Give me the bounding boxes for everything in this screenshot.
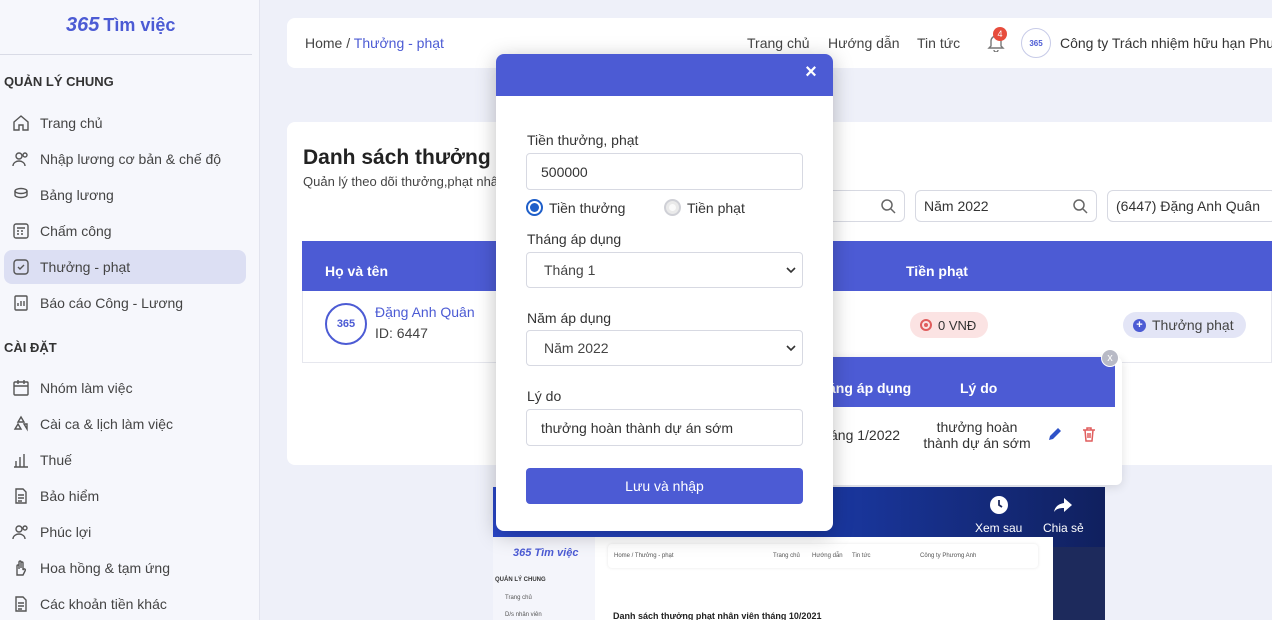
save-button[interactable]: Lưu và nhập xyxy=(526,468,803,504)
bonus-penalty-modal: × Tiền thưởng, phạt Tiền thưởng Tiền phạ… xyxy=(496,54,833,531)
radio-bonus-label: Tiền thưởng xyxy=(549,199,626,216)
year-select-value: Năm 2022 xyxy=(544,340,609,356)
reason-label: Lý do xyxy=(527,388,562,404)
modal-header: × xyxy=(496,54,833,96)
chevron-down-icon xyxy=(786,267,796,274)
chevron-down-icon xyxy=(786,345,796,352)
year-label: Năm áp dụng xyxy=(527,310,612,326)
radio-penalty-control[interactable] xyxy=(664,199,681,216)
month-select-value: Tháng 1 xyxy=(544,262,596,278)
amount-input[interactable] xyxy=(526,153,803,190)
radio-penalty-label: Tiền phạt xyxy=(687,199,745,216)
radio-bonus[interactable]: Tiền thưởng xyxy=(526,199,625,216)
radio-penalty[interactable]: Tiền phạt xyxy=(664,199,745,216)
radio-bonus-control[interactable] xyxy=(526,199,543,216)
reason-input[interactable] xyxy=(526,409,803,446)
month-label: Tháng áp dụng xyxy=(527,231,622,247)
amount-label: Tiền thưởng, phạt xyxy=(527,132,639,148)
close-icon[interactable]: × xyxy=(803,62,819,82)
month-select[interactable]: Tháng 1 xyxy=(526,252,803,288)
year-select[interactable]: Năm 2022 xyxy=(526,330,803,366)
